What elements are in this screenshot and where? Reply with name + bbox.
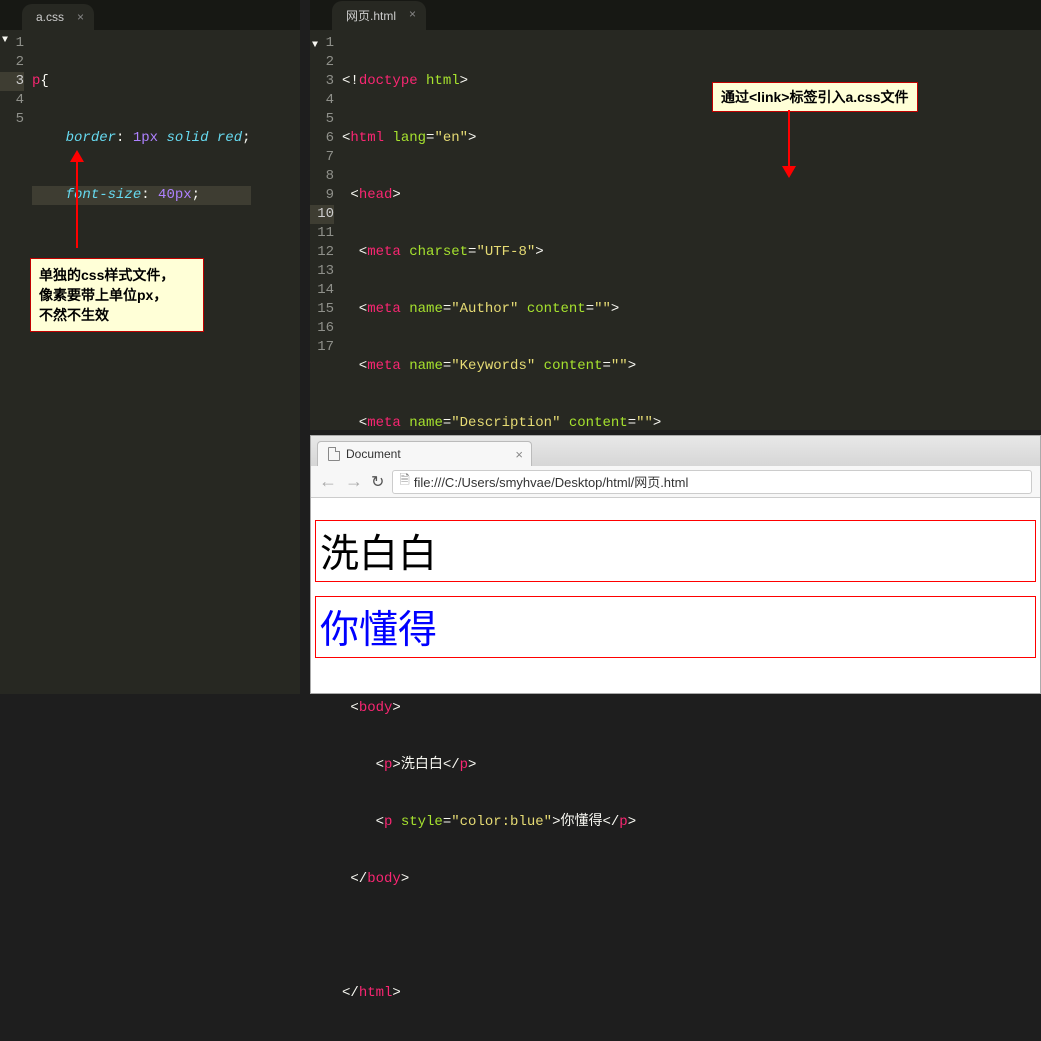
tab-wangye-html[interactable]: 网页.html × <box>332 1 426 30</box>
browser-viewport: 洗白白 你懂得 <box>311 498 1040 680</box>
close-icon[interactable]: × <box>77 10 84 24</box>
browser-tab-strip: Document × <box>311 436 1040 466</box>
document-icon <box>328 447 340 461</box>
left-editor-pane: a.css × ▼ 1 2 3 4 5 p{ border: 1px solid… <box>0 0 300 694</box>
tab-bar-left: a.css × <box>0 0 300 30</box>
right-editor-pane: 网页.html × ▼ 1234567891011121314151617 <!… <box>310 0 1041 430</box>
browser-toolbar: ← → ↻ 🗎 file:///C:/Users/smyhvae/Desktop… <box>311 466 1040 498</box>
paragraph-1: 洗白白 <box>315 520 1036 582</box>
browser-window: Document × ← → ↻ 🗎 file:///C:/Users/smyh… <box>310 435 1041 694</box>
fold-arrow-icon[interactable]: ▼ <box>312 40 318 51</box>
tab-bar-right: 网页.html × <box>310 0 1041 30</box>
tab-label: 网页.html <box>346 9 396 23</box>
forward-button[interactable]: → <box>345 471 363 492</box>
close-icon[interactable]: × <box>515 447 523 462</box>
browser-tab-title: Document <box>346 447 401 461</box>
address-bar[interactable]: 🗎 file:///C:/Users/smyhvae/Desktop/html/… <box>392 470 1032 494</box>
arrow-up-icon <box>76 160 78 248</box>
arrow-down-icon <box>788 110 790 168</box>
annotation-note-right: 通过<link>标签引入a.css文件 <box>712 82 918 112</box>
file-icon: 🗎 <box>399 471 409 493</box>
back-button[interactable]: ← <box>319 471 337 492</box>
fold-arrow-icon[interactable]: ▼ <box>2 35 8 46</box>
gutter-left: 1 2 3 4 5 <box>0 30 32 357</box>
browser-tab-document[interactable]: Document × <box>317 441 532 466</box>
close-icon[interactable]: × <box>409 7 416 21</box>
paragraph-2: 你懂得 <box>315 596 1036 658</box>
annotation-note-left: 单独的css样式文件， 像素要带上单位px， 不然不生效 <box>30 258 204 332</box>
tab-label: a.css <box>36 10 64 24</box>
url-text: file:///C:/Users/smyhvae/Desktop/html/网页… <box>414 472 689 491</box>
reload-button[interactable]: ↻ <box>371 472 384 492</box>
tab-a-css[interactable]: a.css × <box>22 4 94 30</box>
